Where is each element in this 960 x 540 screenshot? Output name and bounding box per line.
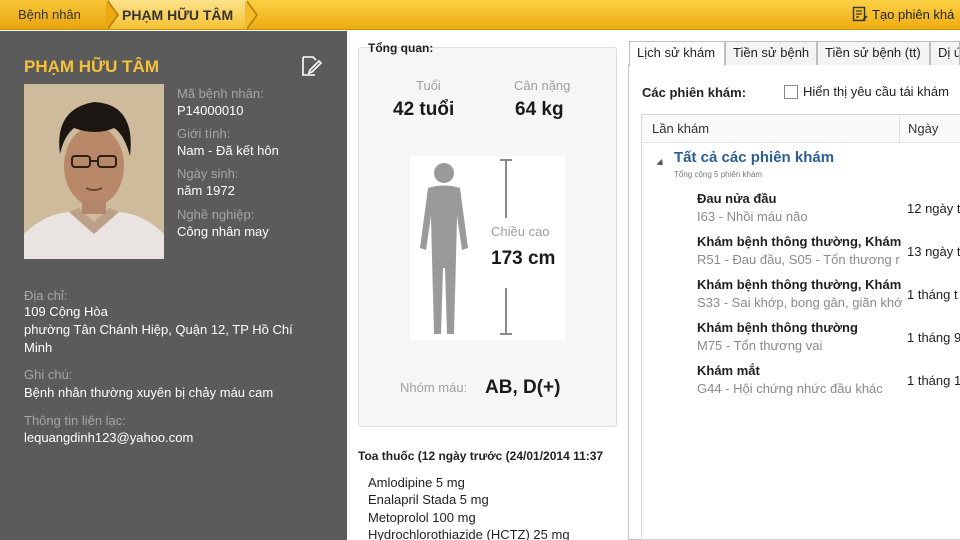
visit-date: 13 ngày t bbox=[907, 244, 960, 259]
patient-photo bbox=[24, 84, 164, 259]
visit-title: Khám mắt bbox=[697, 363, 760, 378]
new-visit-button[interactable]: Tạo phiên khá bbox=[852, 0, 955, 29]
sessions-label: Các phiên khám: bbox=[642, 85, 747, 100]
visit-diagnosis: M75 - Tổn thương vai bbox=[697, 338, 823, 353]
column-header-visit[interactable]: Lần khám bbox=[642, 115, 900, 143]
visit-date: 1 tháng t bbox=[907, 287, 958, 302]
note-label: Ghi chú: bbox=[24, 367, 73, 382]
address-line1: 109 Cộng Hòa bbox=[24, 304, 108, 319]
patient-name: PHẠM HỮU TÂM bbox=[24, 57, 159, 76]
blood-label: Nhóm máu: bbox=[400, 380, 468, 395]
group-subtitle: Tổng cộng 5 phiên khám bbox=[674, 170, 763, 179]
prescription-title: Toa thuốc (12 ngày trước (24/01/2014 11:… bbox=[358, 449, 604, 463]
prescription-item: Hydrochlorothiazide (HCTZ) 25 mg bbox=[368, 527, 570, 540]
visit-title: Khám bệnh thông thường, Khám bbox=[697, 234, 902, 249]
job-label: Nghề nghiệp: bbox=[177, 207, 255, 222]
new-visit-icon bbox=[852, 3, 868, 22]
contact-value[interactable]: lequangdinh123@yahoo.com bbox=[24, 430, 193, 445]
overview-title: Tổng quan: bbox=[368, 41, 434, 55]
dob-label: Ngày sinh: bbox=[177, 166, 239, 181]
job-value: Công nhân may bbox=[177, 224, 269, 239]
recheck-checkbox[interactable] bbox=[784, 85, 798, 99]
prescription-item: Enalapril Stada 5 mg bbox=[368, 492, 489, 507]
edit-icon[interactable] bbox=[300, 55, 323, 77]
visit-diagnosis: R51 - Đau đầu, S05 - Tổn thương r bbox=[697, 252, 900, 267]
prescription-item: Amlodipine 5 mg bbox=[368, 475, 465, 490]
recheck-label[interactable]: Hiển thị yêu cầu tái khám bbox=[803, 84, 949, 99]
table-row[interactable]: Đau nửa đầu I63 - Nhồi máu não 12 ngày t bbox=[642, 191, 960, 234]
gender-label: Giới tính: bbox=[177, 126, 231, 141]
weight-label: Cân nặng bbox=[514, 78, 571, 93]
height-label: Chiều cao bbox=[491, 224, 550, 239]
tab-visit-history[interactable]: Lịch sử khám bbox=[629, 41, 725, 66]
breadcrumb-current[interactable]: PHẠM HỮU TÂM bbox=[122, 0, 233, 29]
weight-value: 64 kg bbox=[515, 99, 564, 120]
breadcrumb-bar: Bệnh nhân PHẠM HỮU TÂM Tạo phiên khá bbox=[0, 0, 960, 30]
patient-id-label: Mã bệnh nhân: bbox=[177, 86, 264, 101]
visit-title: Khám bệnh thông thường bbox=[697, 320, 858, 335]
visit-title: Đau nửa đầu bbox=[697, 191, 777, 206]
height-value: 173 cm bbox=[491, 248, 556, 269]
tab-medical-history[interactable]: Tiền sử bệnh bbox=[725, 41, 817, 65]
new-visit-label: Tạo phiên khá bbox=[872, 7, 955, 22]
address-line2: phường Tân Chánh Hiệp, Quận 12, TP Hồ Ch… bbox=[24, 322, 293, 355]
collapse-arrow-icon[interactable] bbox=[656, 158, 666, 169]
dob-value: năm 1972 bbox=[177, 183, 235, 198]
visit-title: Khám bệnh thông thường, Khám bbox=[697, 277, 902, 292]
visit-diagnosis: S33 - Sai khớp, bong gân, giãn khớ bbox=[697, 295, 903, 310]
breadcrumb-separator-inner bbox=[106, 0, 117, 29]
table-row[interactable]: Khám bệnh thông thường, Khám R51 - Đau đ… bbox=[642, 234, 960, 277]
table-row[interactable]: Khám bệnh thông thường M75 - Tổn thương … bbox=[642, 320, 960, 363]
age-value: 42 tuổi bbox=[393, 99, 455, 120]
patient-id-value: P14000010 bbox=[177, 103, 244, 118]
age-label: Tuổi bbox=[416, 78, 441, 93]
gender-value: Nam - Đã kết hôn bbox=[177, 143, 279, 158]
breadcrumb-separator-2-inner bbox=[245, 0, 256, 29]
prescription-item: Metoprolol 100 mg bbox=[368, 510, 476, 525]
visit-date: 1 tháng 1 bbox=[907, 373, 960, 388]
visits-table: Lần khám Ngày Tất cả các phiên khám Tổng… bbox=[641, 114, 960, 540]
tab-allergy[interactable]: Dị ứ bbox=[930, 41, 960, 65]
table-row[interactable]: Khám bệnh thông thường, Khám S33 - Sai k… bbox=[642, 277, 960, 320]
column-header-date[interactable]: Ngày bbox=[900, 115, 960, 143]
blood-value: AB, D(+) bbox=[485, 377, 561, 398]
table-row[interactable]: Khám mắt G44 - Hội chứng nhức đầu khác 1… bbox=[642, 363, 960, 406]
contact-label: Thông tin liên lạc: bbox=[24, 413, 126, 428]
breadcrumb-home[interactable]: Bệnh nhân bbox=[0, 0, 110, 29]
address-label: Địa chỉ: bbox=[24, 288, 68, 303]
note-value: Bệnh nhân thường xuyên bị chảy máu cam bbox=[24, 385, 274, 400]
group-title[interactable]: Tất cả các phiên khám bbox=[674, 149, 834, 166]
tab-medical-history-cont[interactable]: Tiền sử bệnh (tt) bbox=[817, 41, 930, 65]
visit-date: 12 ngày t bbox=[907, 201, 960, 216]
visit-diagnosis: G44 - Hội chứng nhức đầu khác bbox=[697, 381, 883, 396]
visit-date: 1 tháng 9 bbox=[907, 330, 960, 345]
visit-diagnosis: I63 - Nhồi máu não bbox=[697, 209, 808, 224]
